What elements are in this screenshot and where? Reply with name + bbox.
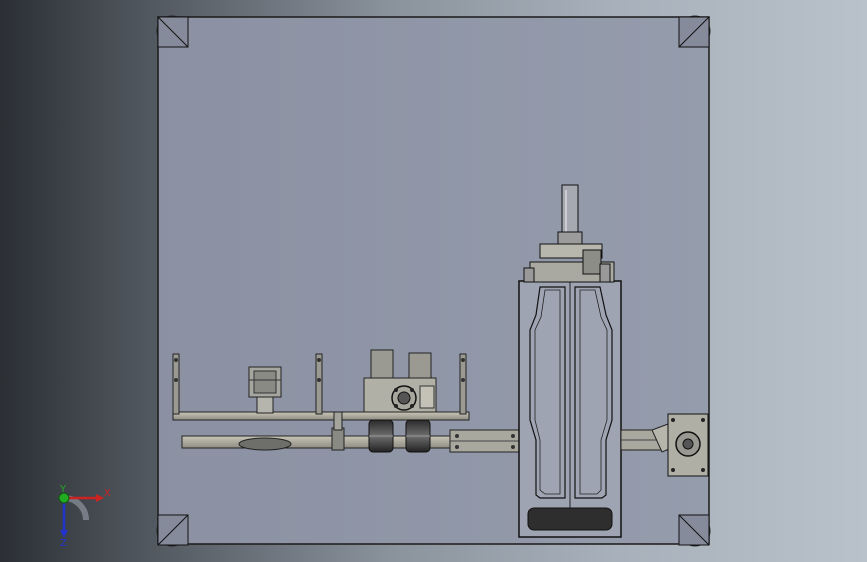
x-axis-arrowhead [96,494,104,502]
corner-foot-top-left [156,15,189,48]
z-axis-arrowhead [60,530,68,538]
roller-left [368,419,394,453]
corner-foot-top-right [678,15,711,48]
base-plate [157,16,710,545]
linear-slide [449,429,521,453]
corner-foot-bottom-left [156,514,189,547]
cad-viewport[interactable]: X Y Z [0,0,867,562]
x-axis-label: X [104,488,111,499]
corner-foot-bottom-right [678,514,711,547]
right-bearing-block [667,413,709,477]
y-axis-label: Y [59,484,67,495]
z-axis-label: Z [60,538,67,549]
cad-drawing[interactable]: X Y Z [0,0,867,562]
roller-right [405,419,431,453]
bottle-container [518,280,622,538]
orientation-triad[interactable]: X Y Z [58,484,111,549]
